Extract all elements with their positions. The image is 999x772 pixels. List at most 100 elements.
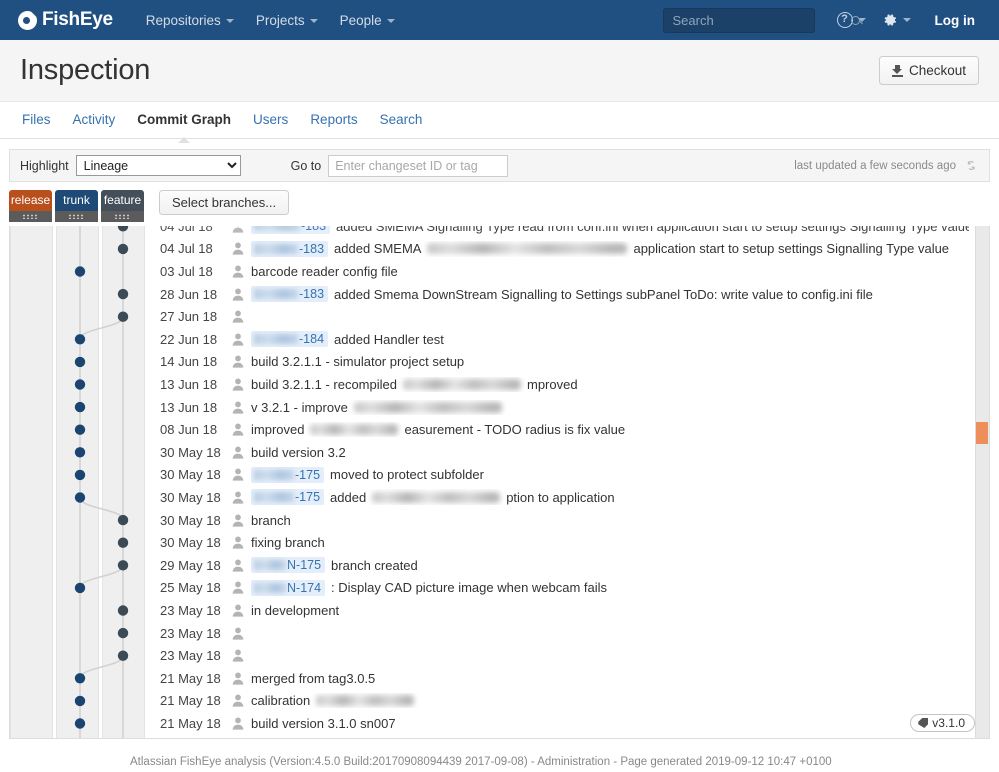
issue-key-link[interactable]: N-175 bbox=[251, 557, 326, 574]
nav-repositories[interactable]: Repositories bbox=[135, 3, 245, 38]
search-input[interactable] bbox=[670, 11, 851, 29]
commit-row[interactable]: 23 May 18 bbox=[10, 644, 989, 667]
chevron-down-icon bbox=[902, 18, 911, 22]
highlight-label: Highlight bbox=[20, 158, 69, 173]
author-avatar-icon bbox=[232, 355, 244, 368]
commit-date: 30 May 18 bbox=[160, 512, 221, 528]
commit-message: -183 added Smema DownStream Signalling to… bbox=[251, 286, 969, 303]
commit-row[interactable]: 30 May 18 -175 added ption to application bbox=[10, 486, 989, 509]
commit-date: 21 May 18 bbox=[160, 693, 221, 709]
commit-date: 23 May 18 bbox=[160, 602, 221, 618]
branch-drag-handle[interactable] bbox=[9, 211, 52, 222]
refresh-icon[interactable] bbox=[966, 160, 979, 171]
branch-chip-feature[interactable]: feature bbox=[101, 190, 144, 222]
commit-row[interactable]: 23 May 18 bbox=[10, 622, 989, 645]
commit-date: 23 May 18 bbox=[160, 648, 221, 664]
commit-row[interactable]: 21 May 18 merged from tag3.0.5 bbox=[10, 667, 989, 690]
tab-activity[interactable]: Activity bbox=[62, 102, 127, 138]
goto-changeset-input[interactable] bbox=[328, 154, 509, 177]
checkout-button[interactable]: Checkout bbox=[878, 56, 979, 85]
tab-reports[interactable]: Reports bbox=[299, 102, 368, 138]
tab-files[interactable]: Files bbox=[20, 102, 62, 138]
fisheye-logo[interactable]: FishEye bbox=[18, 9, 113, 31]
nav-people[interactable]: People bbox=[329, 3, 406, 38]
commit-message: build 3.2.1.1 - recompiled mproved bbox=[251, 377, 969, 392]
tag-badge-v310[interactable]: v3.1.0 bbox=[910, 714, 975, 732]
commit-message-text: build version 3.2 bbox=[251, 444, 346, 460]
commit-message-text: added SMEMA bbox=[334, 241, 422, 257]
commit-message: barcode reader config file bbox=[251, 264, 969, 279]
commit-row[interactable]: 21 May 18 build version 3.1.0 sn007 bbox=[10, 712, 989, 735]
branch-chip-release[interactable]: release bbox=[9, 190, 52, 222]
author-avatar-icon bbox=[232, 265, 244, 278]
commit-message: build version 3.1.0 sn007 bbox=[251, 716, 969, 731]
tab-commit-graph[interactable]: Commit Graph bbox=[126, 102, 242, 143]
commit-message: N-174: Display CAD picture image when we… bbox=[251, 579, 969, 596]
branch-drag-handle[interactable] bbox=[55, 211, 98, 222]
commit-date: 30 May 18 bbox=[160, 535, 221, 551]
author-avatar-icon bbox=[232, 333, 244, 346]
redacted-text bbox=[372, 491, 501, 503]
commit-date: 14 Jun 18 bbox=[160, 354, 218, 370]
highlight-select[interactable]: LineageNoneAuthorBranch bbox=[75, 155, 241, 176]
commit-row[interactable]: 13 Jun 18 build 3.2.1.1 - recompiled mprov… bbox=[10, 373, 989, 396]
commit-row[interactable]: 27 Jun 18 bbox=[10, 305, 989, 328]
author-avatar-icon bbox=[232, 581, 244, 594]
tab-users[interactable]: Users bbox=[242, 102, 299, 138]
issue-key-link[interactable]: N-174 bbox=[251, 579, 326, 596]
author-avatar-icon bbox=[232, 536, 244, 549]
branch-chip-release-label: release bbox=[9, 190, 52, 211]
commit-message: -175 moved to protect subfolder bbox=[251, 466, 969, 483]
tab-search[interactable]: Search bbox=[369, 102, 434, 138]
commit-row-list: 04 Jul 18 -183 added SMEMA Signalling Type… bbox=[10, 226, 989, 738]
commit-row[interactable]: 13 Jun 18 v 3.2.1 - improve bbox=[10, 396, 989, 419]
commit-row[interactable]: 30 May 18 build version 3.2 bbox=[10, 441, 989, 464]
commit-row[interactable]: 29 May 18 N-175 branch created bbox=[10, 554, 989, 577]
commit-row[interactable]: 30 May 18 -175 moved to protect subfolder bbox=[10, 464, 989, 487]
issue-key-link[interactable]: -184 bbox=[251, 331, 329, 348]
nav-repositories-label: Repositories bbox=[145, 12, 221, 28]
author-avatar-icon bbox=[232, 288, 244, 301]
nav-people-label: People bbox=[339, 12, 382, 28]
issue-key-link[interactable]: -183 bbox=[251, 286, 329, 303]
commit-row[interactable]: 22 Jun 18 -184 added Handler test bbox=[10, 328, 989, 351]
commit-message-text: added Smema DownStream Signalling to Set… bbox=[334, 286, 873, 302]
author-avatar-icon bbox=[232, 627, 244, 640]
commit-row[interactable]: 14 Jun 18 build 3.2.1.1 - simulator proje… bbox=[10, 351, 989, 374]
commit-message: -183 added SMEMA application start to setu… bbox=[251, 240, 969, 257]
issue-key-link[interactable]: -183 bbox=[251, 226, 331, 235]
chevron-down-icon bbox=[386, 18, 395, 23]
issue-key-link[interactable]: -183 bbox=[251, 240, 329, 257]
commit-row[interactable]: 04 Jul 18 -183 added SMEMA application star… bbox=[10, 238, 989, 261]
issue-key-link[interactable]: -175 bbox=[251, 489, 325, 506]
select-branches-button[interactable]: Select branches... bbox=[159, 190, 290, 215]
commit-date: 25 May 18 bbox=[160, 580, 221, 596]
chevron-down-icon bbox=[309, 18, 318, 23]
issue-key-link[interactable]: -175 bbox=[251, 466, 325, 483]
login-link[interactable]: Log in bbox=[925, 5, 986, 36]
branch-selector-bar: release trunk feature Select branches... bbox=[9, 190, 990, 226]
global-search-box[interactable] bbox=[662, 7, 860, 33]
commit-date: 13 Jun 18 bbox=[160, 376, 218, 392]
commit-row[interactable]: 08 Jun 18 improved easurement - TODO radiu… bbox=[10, 418, 989, 441]
commit-row[interactable]: 23 May 18 in development bbox=[10, 599, 989, 622]
graph-vertical-scrollbar[interactable] bbox=[975, 226, 989, 738]
commit-row[interactable]: 30 May 18 branch bbox=[10, 509, 989, 532]
commit-row-clipped[interactable]: 04 Jul 18 -183 added SMEMA Signalling Type… bbox=[10, 226, 989, 238]
commit-date: 21 May 18 bbox=[160, 670, 221, 686]
author-avatar-icon bbox=[232, 401, 244, 414]
commit-row[interactable]: 03 Jul 18 barcode reader config file bbox=[10, 260, 989, 283]
commit-row[interactable]: 25 May 18 N-174: Display CAD picture imag… bbox=[10, 577, 989, 600]
branch-chip-trunk[interactable]: trunk bbox=[55, 190, 98, 222]
branch-drag-handle[interactable] bbox=[101, 211, 144, 222]
nav-projects[interactable]: Projects bbox=[245, 3, 329, 38]
graph-scrollbar-thumb[interactable] bbox=[976, 422, 988, 444]
commit-row[interactable]: 21 May 18 calibration bbox=[10, 690, 989, 713]
settings-menu-button[interactable] bbox=[874, 6, 919, 34]
commit-row[interactable]: 30 May 18 fixing branch bbox=[10, 531, 989, 554]
top-nav-right-group: ? Log in bbox=[662, 5, 986, 36]
commit-date: 30 May 18 bbox=[160, 467, 221, 483]
commit-message-text: added Handler test bbox=[334, 331, 444, 347]
commit-row[interactable]: 28 Jun 18 -183 added Smema DownStream Sign… bbox=[10, 283, 989, 306]
goto-label: Go to bbox=[290, 158, 322, 173]
